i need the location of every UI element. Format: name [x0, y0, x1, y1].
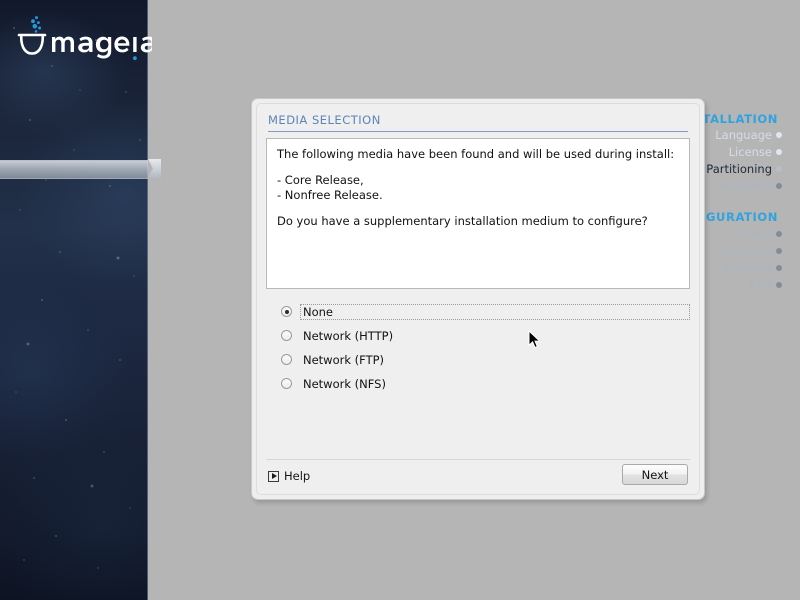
radio-option-label: Network (NFS) [303, 376, 386, 391]
sidebar-item-status-dot [776, 149, 782, 155]
sidebar-item-status-dot [776, 183, 782, 189]
mageia-wordmark [52, 36, 156, 59]
radio-button-indicator[interactable] [281, 306, 292, 317]
starfield-background [0, 0, 148, 600]
play-triangle-boxed-icon [268, 470, 279, 482]
sidebar-item-status-dot [776, 231, 782, 237]
radio-option-label: Network (HTTP) [303, 328, 394, 343]
sidebar-item-label: Exit [750, 278, 772, 292]
dialog-title: MEDIA SELECTION [268, 113, 381, 127]
sidebar-item-status-dot [776, 132, 782, 138]
dialog-inner-frame: MEDIA SELECTION The following media have… [256, 103, 700, 495]
dialog-title-rule [268, 131, 688, 132]
radio-option-network-ftp[interactable]: Network (FTP) [266, 348, 690, 371]
radio-option-network-nfs[interactable]: Network (NFS) [266, 372, 690, 395]
mageia-logo-svg [17, 16, 156, 61]
next-button[interactable]: Next [622, 464, 688, 485]
installer-screen: INSTALLATION Language License Partitioning I… [0, 0, 800, 600]
mageia-logo [12, 14, 156, 62]
sidebar-item-label: Partitioning [706, 162, 772, 176]
sidebar-item-status-dot [776, 265, 782, 271]
sidebar [0, 0, 148, 600]
media-item: - Nonfree Release. [277, 188, 383, 202]
info-question: Do you have a supplementary installation… [277, 214, 648, 228]
cauldron-icon [17, 33, 47, 55]
radio-option-network-http[interactable]: Network (HTTP) [266, 324, 690, 347]
bubbles-icon [31, 16, 42, 33]
sidebar-item-status-dot [776, 166, 782, 172]
sidebar-current-step-band [0, 160, 148, 179]
sidebar-item-label: Installing [719, 179, 772, 193]
sidebar-item-label: Updates [724, 261, 772, 275]
radio-button-indicator[interactable] [281, 354, 292, 365]
next-button-label: Next [641, 467, 669, 482]
help-button[interactable]: Help [268, 469, 310, 483]
sidebar-item-label: Users [739, 227, 772, 241]
sidebar-edge-line [147, 0, 148, 600]
sidebar-item-status-dot [776, 282, 782, 288]
radio-option-label: Network (FTP) [303, 352, 385, 367]
media-info-box: The following media have been found and … [266, 138, 690, 289]
sidebar-item-label: License [728, 145, 772, 159]
sidebar-item-status-dot [776, 248, 782, 254]
info-media-list: - Core Release, - Nonfree Release. [277, 173, 679, 203]
radio-button-indicator[interactable] [281, 330, 292, 341]
radio-option-label: None [300, 303, 690, 320]
sidebar-item-label: Language [715, 128, 772, 142]
sidebar-item-label: Summary [716, 244, 772, 258]
footer-divider [266, 459, 690, 460]
info-intro: The following media have been found and … [277, 147, 675, 161]
media-item: - Core Release, [277, 173, 364, 187]
media-options-group[interactable]: None Network (HTTP) Network (FTP) Network (… [266, 300, 690, 460]
radio-button-indicator[interactable] [281, 378, 292, 389]
media-selection-dialog: MEDIA SELECTION The following media have… [251, 98, 705, 500]
sidebar-current-step-arrow [148, 159, 161, 178]
logo-dot-icon [133, 56, 137, 61]
help-button-label: Help [284, 469, 311, 483]
radio-option-none[interactable]: None [266, 300, 690, 323]
